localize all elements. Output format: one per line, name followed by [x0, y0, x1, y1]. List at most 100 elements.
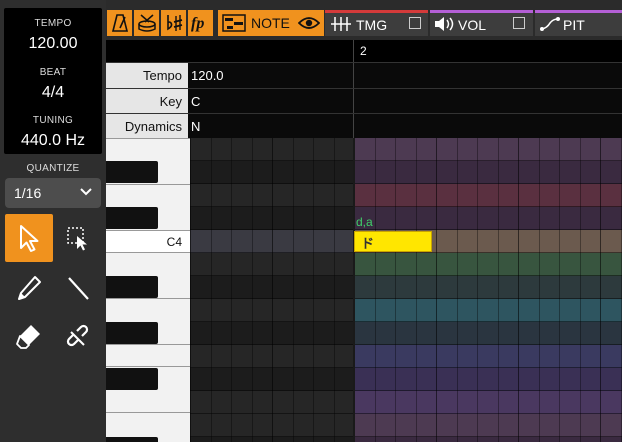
grid-line [477, 138, 478, 442]
quantize-select[interactable]: 1/16 [5, 178, 101, 208]
eraser-icon [16, 325, 40, 349]
grid-line [272, 138, 273, 442]
tempo-track-row[interactable]: Tempo 120.0 [106, 62, 622, 88]
tempo-track-label: Tempo [106, 63, 188, 88]
dynamics-track-value: N [191, 119, 201, 134]
tab-vol-label: VOL [458, 17, 487, 33]
grid-line [190, 138, 191, 442]
grid-line [457, 138, 458, 442]
black-key[interactable] [106, 207, 158, 229]
note-mode-button[interactable]: NOTE [218, 10, 324, 36]
piano-roll-icon [222, 14, 246, 32]
select-arrow-icon [20, 225, 39, 252]
tab-vol[interactable]: VOL [430, 10, 533, 36]
beat-label: BEAT [39, 67, 67, 78]
c4-key-label: C4 [166, 235, 182, 249]
dynamics-fp-icon: fp [191, 15, 204, 32]
beat-value[interactable]: 4/4 [4, 84, 102, 102]
sharp-flat-icon [166, 15, 182, 31]
white-key-border [106, 184, 190, 185]
grid-line [252, 138, 253, 442]
piano-keyboard[interactable]: C4 [106, 138, 190, 442]
tab-pit[interactable]: PIT [535, 10, 622, 36]
grid-line [293, 138, 294, 442]
key-track-row[interactable]: Key C [106, 88, 622, 114]
quantize-label: QUANTIZE [26, 163, 80, 174]
song-info-display: TEMPO 120.00 BEAT 4/4 TUNING 440.0 Hz [4, 8, 102, 154]
tempo-track-value: 120.0 [191, 68, 224, 83]
bar-line [353, 89, 354, 114]
tempo-label: TEMPO [34, 18, 72, 29]
black-key[interactable] [106, 276, 158, 298]
range-select-tool-button[interactable] [54, 214, 102, 262]
note-block[interactable]: ド [354, 231, 432, 252]
quantize-value: 1/16 [14, 185, 42, 201]
bar-line [353, 63, 354, 88]
white-key-border [106, 298, 190, 299]
tab-pit-label: PIT [563, 17, 585, 33]
black-key[interactable] [106, 368, 158, 390]
white-key-border [106, 138, 190, 139]
white-key-border [106, 252, 190, 253]
bar-line [353, 138, 355, 442]
range-select-icon [67, 227, 87, 251]
bar-number: 2 [360, 44, 367, 58]
dynamics-track-row[interactable]: Dynamics N [106, 113, 622, 139]
dynamics-track-label: Dynamics [106, 114, 188, 139]
white-key-border [106, 344, 190, 345]
eye-icon[interactable] [297, 15, 320, 31]
grid-line [334, 138, 335, 442]
white-key-border [106, 412, 190, 413]
grid-line [559, 138, 560, 442]
grid-line [395, 138, 396, 442]
toolbar: fp NOTE TMG VOL PIT [106, 0, 622, 40]
grid-line [518, 138, 519, 442]
timeline-ruler[interactable]: 2 [106, 40, 622, 62]
link-tool-button[interactable] [54, 312, 102, 360]
note-grid[interactable]: d,a ド [190, 138, 622, 442]
grid-line [580, 138, 581, 442]
tab-vol-checkbox[interactable] [513, 17, 525, 29]
link-icon [66, 324, 89, 347]
line-tool-button[interactable] [54, 264, 102, 312]
svg-text:fp: fp [191, 15, 204, 32]
white-key-border [106, 230, 190, 231]
accidental-button[interactable] [161, 10, 186, 36]
grid-line [211, 138, 212, 442]
tab-tmg-checkbox[interactable] [409, 17, 421, 29]
black-key[interactable] [106, 322, 158, 344]
grid-line [231, 138, 232, 442]
tuning-value[interactable]: 440.0 Hz [4, 132, 102, 150]
tab-tmg[interactable]: TMG [325, 10, 428, 36]
grid-line [498, 138, 499, 442]
grid-line [436, 138, 437, 442]
tab-tmg-label: TMG [356, 17, 388, 33]
dynamics-button[interactable]: fp [188, 10, 213, 36]
chevron-down-icon [80, 188, 92, 196]
key-track-label: Key [106, 89, 188, 114]
left-panel: TEMPO 120.00 BEAT 4/4 TUNING 440.0 Hz QU… [0, 0, 106, 442]
metronome-button[interactable] [107, 10, 132, 36]
grid-line [313, 138, 314, 442]
pencil-icon [18, 276, 41, 300]
grid-line [375, 138, 376, 442]
eraser-tool-button[interactable] [5, 312, 53, 360]
pencil-tool-button[interactable] [5, 264, 53, 312]
black-key[interactable] [106, 437, 158, 442]
key-track-value: C [191, 94, 201, 109]
note-lyric: ド [361, 236, 375, 251]
tempo-value[interactable]: 120.00 [4, 35, 102, 53]
tuning-label: TUNING [32, 115, 74, 126]
white-key-border [106, 366, 190, 367]
grid-line [600, 138, 601, 442]
grid-line [539, 138, 540, 442]
metronome-icon [111, 14, 128, 32]
drum-icon [137, 14, 156, 32]
piano-roll[interactable]: C4 d,a ド [106, 138, 622, 442]
timing-icon [331, 17, 351, 31]
select-tool-button[interactable] [5, 214, 53, 262]
drum-button[interactable] [134, 10, 159, 36]
grid-line [416, 138, 417, 442]
black-key[interactable] [106, 161, 158, 183]
note-mode-label: NOTE [251, 15, 290, 31]
